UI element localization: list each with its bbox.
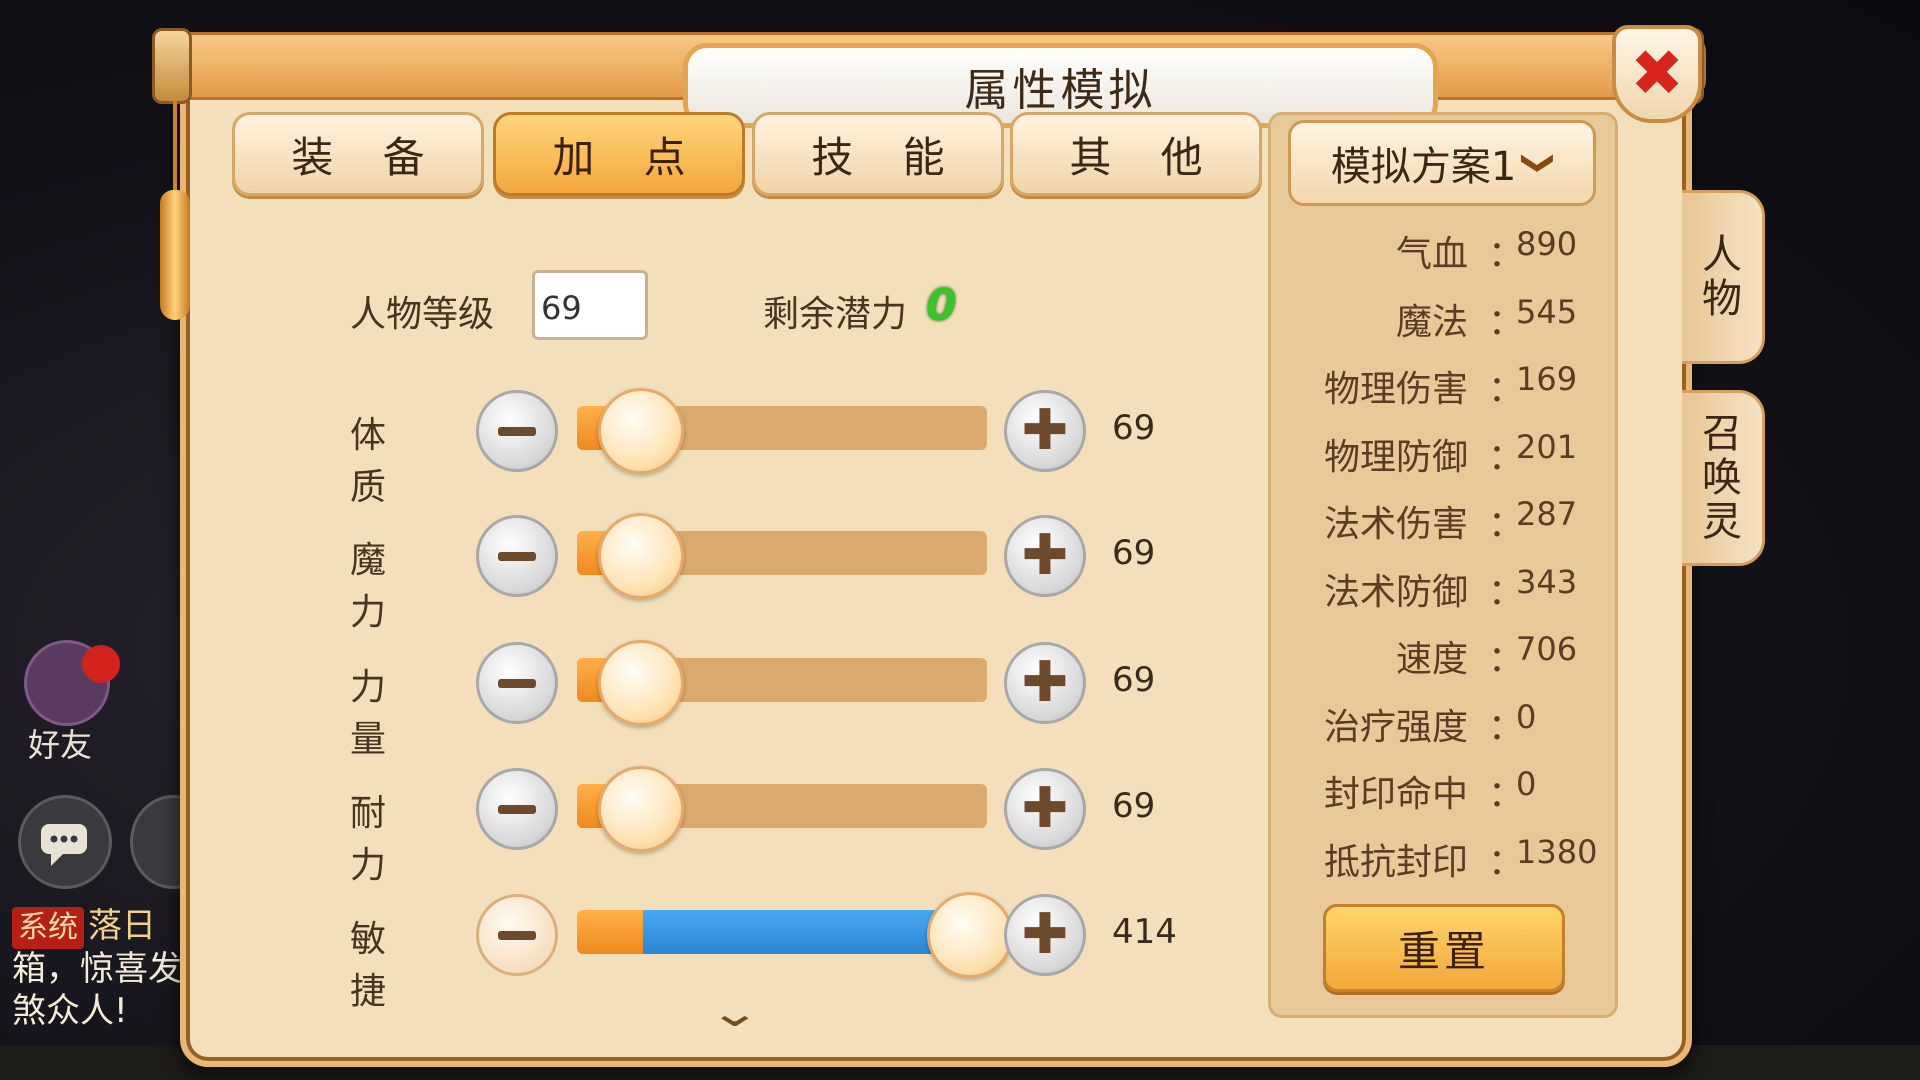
- attribute-name: 治疗强度: [1323, 706, 1468, 748]
- increase-button[interactable]: ✚: [1004, 390, 1086, 472]
- tassel-ornament: [160, 100, 190, 320]
- attribute-row: 物理伤害： 169: [1288, 360, 1608, 410]
- attribute-row: 物理防御： 201: [1288, 428, 1608, 478]
- chat-sender: 落日: [88, 906, 156, 946]
- scroll-end-left: [152, 28, 192, 104]
- attribute-name: 物理伤害: [1323, 369, 1468, 410]
- attribute-row: 法术防御： 343: [1288, 563, 1608, 613]
- attribute-name: 物理防御: [1323, 436, 1468, 478]
- attribute-row: 治疗强度： 0: [1288, 698, 1608, 748]
- level-label: 人物等级: [350, 294, 495, 335]
- plus-icon: ✚: [1021, 523, 1069, 588]
- close-button[interactable]: ✖: [1612, 25, 1702, 123]
- scroll-down-chevron-icon[interactable]: ⌄: [708, 990, 762, 1036]
- slider-knob[interactable]: [598, 388, 684, 474]
- minus-icon: [498, 804, 536, 814]
- stat-slider-track[interactable]: [577, 910, 987, 954]
- plus-icon: ✚: [1021, 776, 1069, 841]
- attribute-row: 抵抗封印： 1380: [1288, 833, 1608, 883]
- attribute-value: 201: [1516, 427, 1578, 466]
- attribute-row: 气血： 890: [1288, 225, 1608, 275]
- plus-icon: ✚: [1021, 902, 1069, 967]
- stat-value: 69: [1112, 786, 1156, 826]
- attribute-value: 706: [1516, 630, 1578, 668]
- decrease-button[interactable]: [476, 515, 558, 597]
- panel-title: 属性模拟: [964, 64, 1157, 116]
- potential-value: 0: [926, 280, 957, 331]
- plus-icon: ✚: [1021, 398, 1069, 463]
- close-x-icon: ✖: [1630, 37, 1684, 111]
- stat-value: 414: [1112, 912, 1177, 952]
- potential-label: 剩余潜力: [763, 294, 908, 335]
- stat-label: 敏捷: [350, 919, 387, 1012]
- attribute-value: 343: [1516, 562, 1578, 601]
- plus-icon: ✚: [1021, 650, 1069, 715]
- tab-add-points[interactable]: 加 点: [493, 112, 745, 196]
- attribute-name: 魔法: [1395, 301, 1468, 343]
- increase-button[interactable]: ✚: [1004, 768, 1086, 850]
- side-tab-summon[interactable]: 召 唤 灵: [1682, 390, 1765, 566]
- slider-knob[interactable]: [598, 766, 684, 852]
- stat-label: 耐力: [350, 793, 387, 886]
- stat-label: 力量: [350, 667, 387, 760]
- decrease-button[interactable]: [476, 894, 558, 976]
- plan-dropdown[interactable]: 模拟方案1 ❯: [1288, 120, 1596, 206]
- slider-knob[interactable]: [927, 892, 1013, 978]
- minus-icon: [498, 678, 536, 688]
- reset-button[interactable]: 重置: [1323, 904, 1565, 992]
- attribute-value: 287: [1516, 495, 1578, 533]
- attribute-row: 速度： 706: [1288, 630, 1608, 680]
- chat-bubble-icon: [41, 824, 87, 866]
- attribute-name: 气血: [1395, 234, 1468, 275]
- chevron-down-icon: ❯: [1520, 149, 1559, 177]
- tab-other[interactable]: 其 他: [1010, 112, 1262, 196]
- title-bar: 属性模拟: [155, 32, 1706, 128]
- attribute-row: 法术伤害： 287: [1288, 495, 1608, 545]
- plan-label: 模拟方案1: [1330, 144, 1517, 190]
- decrease-button[interactable]: [476, 642, 558, 724]
- stat-value: 69: [1112, 533, 1156, 573]
- increase-button[interactable]: ✚: [1004, 515, 1086, 597]
- chat-line-2: 箱，惊喜发: [12, 949, 182, 989]
- level-input[interactable]: 69: [532, 270, 648, 340]
- slider-knob[interactable]: [598, 513, 684, 599]
- attribute-name: 法术伤害: [1323, 504, 1468, 545]
- minus-icon: [498, 930, 536, 940]
- added-fill: [643, 910, 957, 954]
- friend-label: 好友: [28, 726, 93, 764]
- attribute-value: 545: [1516, 292, 1578, 331]
- decrease-button[interactable]: [476, 390, 558, 472]
- stat-label: 体质: [350, 415, 387, 508]
- minus-icon: [498, 551, 536, 561]
- tab-equipment[interactable]: 装 备: [232, 112, 484, 196]
- attribute-value: 1380: [1516, 832, 1598, 871]
- increase-button[interactable]: ✚: [1004, 642, 1086, 724]
- chat-bubble-button[interactable]: [18, 795, 112, 889]
- attribute-name: 封印命中: [1323, 774, 1468, 815]
- attribute-row: 魔法： 545: [1288, 293, 1608, 343]
- slider-knob[interactable]: [598, 640, 684, 726]
- minus-icon: [498, 426, 536, 436]
- attribute-value: 0: [1516, 765, 1537, 803]
- stat-label: 魔力: [350, 540, 387, 633]
- system-tag: 系统: [12, 907, 84, 949]
- attribute-name: 法术防御: [1323, 571, 1468, 613]
- attribute-value: 169: [1516, 360, 1578, 398]
- decrease-button[interactable]: [476, 768, 558, 850]
- attribute-row: 封印命中： 0: [1288, 765, 1608, 815]
- notification-dot: [82, 645, 120, 683]
- tab-skills[interactable]: 技 能: [752, 112, 1004, 196]
- attribute-name: 速度: [1395, 639, 1468, 680]
- attribute-name: 抵抗封印: [1323, 841, 1468, 883]
- chat-line-1: 系统 落日: [12, 905, 156, 949]
- side-tab-character[interactable]: 人 物: [1682, 190, 1765, 364]
- chat-line-3: 煞众人!: [12, 991, 128, 1031]
- attribute-value: 0: [1516, 697, 1537, 736]
- increase-button[interactable]: ✚: [1004, 894, 1086, 976]
- attribute-value: 890: [1516, 225, 1578, 263]
- base-fill: [577, 910, 643, 954]
- stat-value: 69: [1112, 408, 1156, 448]
- stat-value: 69: [1112, 660, 1156, 700]
